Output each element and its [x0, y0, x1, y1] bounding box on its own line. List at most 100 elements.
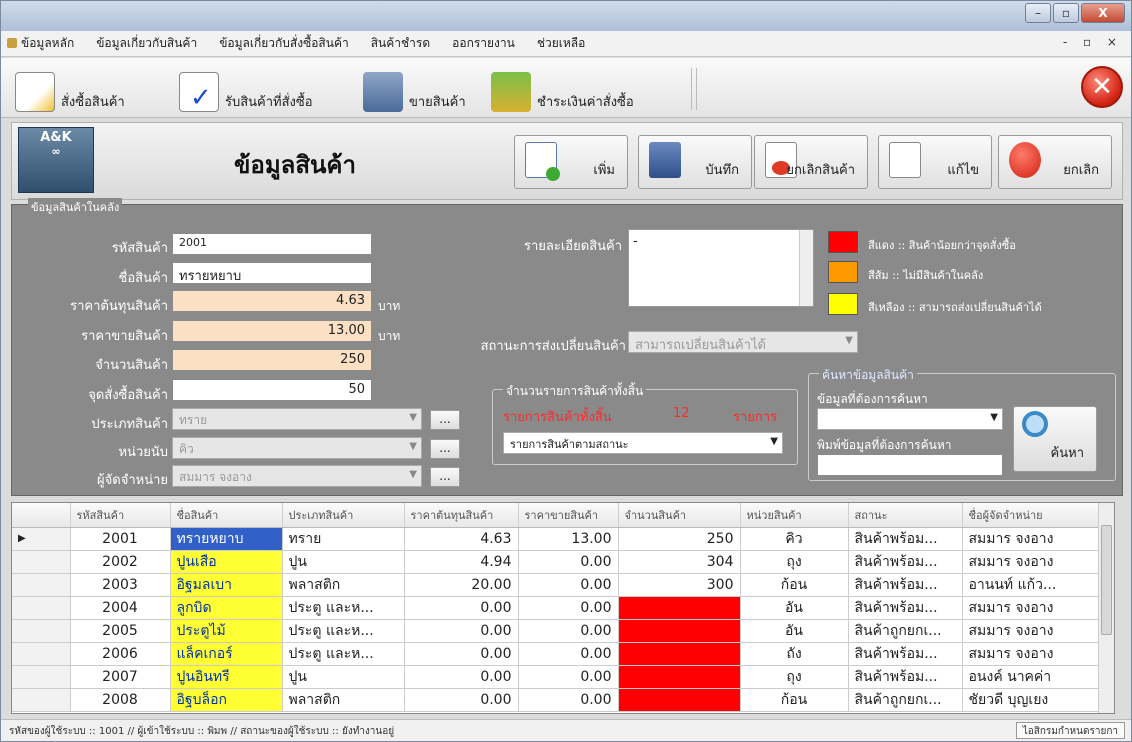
cell-code[interactable]: 2008: [70, 688, 171, 712]
restore-button[interactable]: ▫: [1053, 3, 1079, 23]
cell-name[interactable]: ประตูไม้: [170, 619, 283, 643]
add-button[interactable]: เพิ่ม: [514, 135, 628, 189]
cell-cost[interactable]: 0.00: [404, 665, 519, 689]
grid-scrollbar[interactable]: [1098, 503, 1114, 713]
cell-supplier[interactable]: สมมาร จงอาง: [962, 596, 1101, 620]
cell-unit[interactable]: อัน: [740, 596, 849, 620]
status-filter-select[interactable]: รายการสินค้าตามสถานะ ▼: [503, 432, 783, 454]
cell-status[interactable]: สินค้าพร้อม...: [848, 550, 963, 574]
cell-marker[interactable]: [12, 642, 71, 666]
receive-button[interactable]: ✓ รับสินค้าที่สั่งซื้อ: [179, 66, 313, 113]
cell-price[interactable]: 0.00: [518, 642, 619, 666]
cell-qty[interactable]: 304: [618, 550, 741, 574]
product-code-field[interactable]: 2001: [172, 233, 372, 255]
cell-code[interactable]: 2001: [70, 527, 171, 551]
cell-status[interactable]: สินค้าถูกยกเ...: [848, 619, 963, 643]
cell-marker[interactable]: [12, 619, 71, 643]
cell-status[interactable]: สินค้าพร้อม...: [848, 596, 963, 620]
cell-code[interactable]: 2005: [70, 619, 171, 643]
product-name-field[interactable]: ทรายหยาบ: [172, 262, 372, 284]
cell-supplier[interactable]: อนงค์ นาคค่า: [962, 665, 1101, 689]
col-header-unit[interactable]: หน่วยสินค้า: [740, 503, 849, 528]
cell-code[interactable]: 2004: [70, 596, 171, 620]
cell-qty[interactable]: 0: [618, 665, 741, 689]
search-button[interactable]: ค้นหา: [1013, 406, 1097, 472]
cell-qty[interactable]: 0: [618, 642, 741, 666]
table-row[interactable]: 2008 อิฐบล็อก พลาสติก 0.00 0.00 0 ก้อน สินค้าถู…: [12, 688, 1101, 712]
cell-unit[interactable]: ถุง: [740, 550, 849, 574]
col-header-code[interactable]: รหัสสินค้า: [70, 503, 171, 528]
cell-price[interactable]: 0.00: [518, 550, 619, 574]
cell-qty[interactable]: 0: [618, 688, 741, 712]
col-header-qty[interactable]: จำนวนสินค้า: [618, 503, 741, 528]
cell-price[interactable]: 0.00: [518, 573, 619, 597]
cell-price[interactable]: 0.00: [518, 688, 619, 712]
cell-type[interactable]: ปูน: [282, 665, 405, 689]
cell-supplier[interactable]: สมมาร จงอาง: [962, 642, 1101, 666]
table-row[interactable]: ▶ 2001 ทรายหยาบ ทราย 4.63 13.00 250 คิว สินค้าพร…: [12, 527, 1101, 551]
close-app-button[interactable]: ✕: [1081, 66, 1123, 108]
cell-marker[interactable]: [12, 665, 71, 689]
cell-code[interactable]: 2002: [70, 550, 171, 574]
cell-name[interactable]: แล็คเกอร์: [170, 642, 283, 666]
col-header-type[interactable]: ประเภทสินค้า: [282, 503, 405, 528]
detail-scrollbar[interactable]: [799, 230, 813, 306]
app-menu-icon[interactable]: [7, 38, 17, 48]
cost-field[interactable]: 4.63: [172, 290, 372, 312]
cell-marker[interactable]: [12, 573, 71, 597]
order-button[interactable]: สั่งซื้อสินค้า: [15, 66, 125, 112]
cell-type[interactable]: ปูน: [282, 550, 405, 574]
cell-type[interactable]: พลาสติก: [282, 573, 405, 597]
table-row[interactable]: 2006 แล็คเกอร์ ประตู และห... 0.00 0.00 0 ถัง สิ…: [12, 642, 1101, 666]
table-row[interactable]: 2002 ปูนเสือ ปูน 4.94 0.00 304 ถุง สินค้าพร้อม.…: [12, 550, 1101, 574]
pay-button[interactable]: ชำระเงินค่าสั่งซื้อ: [491, 66, 634, 112]
type-browse-button[interactable]: ...: [430, 410, 460, 430]
title-bar[interactable]: – ▫ X: [1, 1, 1131, 31]
cell-cost[interactable]: 4.63: [404, 527, 519, 551]
cell-marker[interactable]: [12, 550, 71, 574]
cell-cost[interactable]: 0.00: [404, 642, 519, 666]
cell-code[interactable]: 2006: [70, 642, 171, 666]
exchange-select[interactable]: สามารถเปลี่ยนสินค้าได้ ▼: [628, 331, 858, 353]
window-close-button[interactable]: X: [1081, 3, 1125, 23]
menu-item-damaged[interactable]: สินค้าชำรด: [371, 34, 430, 53]
supplier-select[interactable]: สมมาร จงอาง ▼: [172, 465, 422, 487]
menu-item-help[interactable]: ช่วยเหลือ: [537, 34, 586, 53]
cell-status[interactable]: สินค้าพร้อม...: [848, 642, 963, 666]
cell-type[interactable]: ประตู และห...: [282, 642, 405, 666]
cancel-product-button[interactable]: ยกเลิกสินค้า: [754, 135, 868, 189]
cell-unit[interactable]: ก้อน: [740, 573, 849, 597]
cell-cost[interactable]: 20.00: [404, 573, 519, 597]
cell-marker[interactable]: [12, 596, 71, 620]
menu-item-products[interactable]: ข้อมูลเกี่ยวกับสินค้า: [96, 34, 197, 53]
col-header-supplier[interactable]: ชื่อผู้จัดจำหน่าย: [962, 503, 1101, 528]
cell-qty[interactable]: 0: [618, 619, 741, 643]
cell-status[interactable]: สินค้าพร้อม...: [848, 527, 963, 551]
cell-supplier[interactable]: อานนท์ แก้ว...: [962, 573, 1101, 597]
unit-select[interactable]: คิว ▼: [172, 437, 422, 459]
col-header-name[interactable]: ชื่อสินค้า: [170, 503, 283, 528]
cell-supplier[interactable]: ชัยวดี บุญเยง: [962, 688, 1101, 712]
supplier-browse-button[interactable]: ...: [430, 467, 460, 487]
edit-button[interactable]: แก้ไข: [878, 135, 992, 189]
unit-browse-button[interactable]: ...: [430, 439, 460, 459]
cell-unit[interactable]: ก้อน: [740, 688, 849, 712]
col-header-status[interactable]: สถานะ: [848, 503, 963, 528]
cell-supplier[interactable]: สมมาร จงอาง: [962, 550, 1101, 574]
cell-unit[interactable]: อัน: [740, 619, 849, 643]
detail-textarea[interactable]: -: [628, 229, 814, 307]
mdi-controls[interactable]: - ▫ ×: [1063, 35, 1123, 49]
cell-name[interactable]: ทรายหยาบ: [170, 527, 283, 551]
table-row[interactable]: 2005 ประตูไม้ ประตู และห... 0.00 0.00 0 อัน สิน…: [12, 619, 1101, 643]
cell-name[interactable]: อิฐมลเบา: [170, 573, 283, 597]
menu-item-reports[interactable]: ออกรายงาน: [452, 34, 515, 53]
cell-code[interactable]: 2007: [70, 665, 171, 689]
cell-price[interactable]: 0.00: [518, 665, 619, 689]
minimize-button[interactable]: –: [1025, 3, 1051, 23]
search-field-select[interactable]: ▼: [817, 408, 1003, 430]
cell-price[interactable]: 0.00: [518, 619, 619, 643]
cell-unit[interactable]: คิว: [740, 527, 849, 551]
table-row[interactable]: 2007 ปูนอินทรี ปูน 0.00 0.00 0 ถุง สินค้าพร้อม.…: [12, 665, 1101, 689]
cell-cost[interactable]: 0.00: [404, 596, 519, 620]
cell-unit[interactable]: ถุง: [740, 665, 849, 689]
